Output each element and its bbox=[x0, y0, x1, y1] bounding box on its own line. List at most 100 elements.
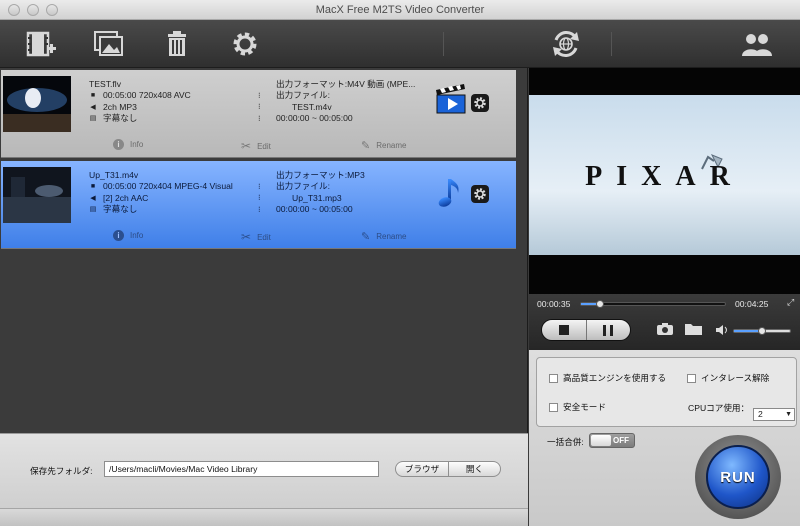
snapshot-button[interactable] bbox=[656, 322, 674, 338]
subtitle-icon: ▤ bbox=[89, 114, 97, 122]
globe-refresh-icon bbox=[553, 31, 579, 57]
current-time: 00:00:35 bbox=[537, 299, 571, 309]
volume-handle[interactable] bbox=[758, 327, 766, 335]
close-window-button[interactable] bbox=[8, 4, 20, 16]
speaker-icon: ◀ bbox=[90, 194, 96, 202]
output-settings-button[interactable] bbox=[471, 94, 489, 112]
account-button[interactable] bbox=[740, 28, 774, 60]
pixar-logo-text: PIXAR bbox=[585, 161, 744, 192]
volume-slider[interactable] bbox=[733, 327, 791, 335]
file-name: Up_T31.m4v bbox=[89, 170, 139, 180]
deinterlace-checkbox[interactable]: インタレース解除 bbox=[687, 372, 769, 384]
output-folder-label: 保存先フォルダ: bbox=[30, 466, 93, 476]
scissors-icon: ✂ bbox=[241, 139, 252, 153]
hq-engine-checkbox[interactable]: 高品質エンジンを使用する bbox=[549, 372, 666, 384]
open-snapshot-folder-button[interactable] bbox=[684, 322, 704, 338]
toggle-thumb bbox=[591, 435, 611, 446]
file-info-column: TEST.flv ■ 00:05:00 720x408 AVC ◀ 2ch MP3 … bbox=[89, 79, 191, 124]
file-audio[interactable]: 2ch MP3 bbox=[103, 102, 137, 113]
info-icon: i bbox=[113, 230, 124, 241]
safe-mode-checkbox[interactable]: 安全モード bbox=[549, 401, 606, 413]
cpu-core-select[interactable]: 2 ▼ bbox=[753, 408, 795, 421]
output-format: 出力フォーマット:M4V 動画 (MPE... bbox=[276, 79, 416, 89]
update-button[interactable] bbox=[549, 28, 583, 60]
film-plus-icon bbox=[26, 31, 56, 57]
rename-icon: ✎ bbox=[361, 231, 371, 243]
zoom-window-button[interactable] bbox=[46, 4, 58, 16]
file-list: TEST.flv ■ 00:05:00 720x408 AVC ◀ 2ch MP3 … bbox=[0, 68, 528, 433]
output-format: 出力フォーマット:MP3 bbox=[276, 170, 365, 180]
file-duration-info: 00:05:00 720x404 MPEG-4 Visual bbox=[103, 181, 233, 192]
gear-icon bbox=[474, 97, 486, 109]
stop-button[interactable] bbox=[542, 320, 586, 340]
browse-button[interactable]: ブラウザ bbox=[395, 461, 449, 477]
toggle-state: OFF bbox=[613, 436, 629, 445]
music-note-icon bbox=[434, 175, 468, 207]
status-bar bbox=[0, 508, 528, 526]
info-icon: i bbox=[113, 139, 124, 150]
edit-button[interactable]: ✂ Edit bbox=[241, 230, 271, 244]
output-file-label: 出力ファイル: bbox=[276, 181, 330, 192]
video-thumbnail bbox=[3, 76, 71, 132]
pause-icon bbox=[603, 324, 614, 336]
app-window: MacX Free M2TS Video Converter TEST.flv … bbox=[0, 0, 800, 526]
seek-bar[interactable] bbox=[580, 300, 726, 308]
output-file-name: Up_T31.mp3 bbox=[292, 192, 342, 203]
output-range: 00:00:00 ~ 00:05:00 bbox=[276, 203, 353, 214]
users-icon bbox=[742, 34, 772, 56]
item-actions: i Info ✂ Edit ✎ Rename bbox=[1, 136, 516, 156]
scissors-icon: ✂ bbox=[241, 230, 252, 244]
add-image-button[interactable] bbox=[92, 28, 126, 60]
output-info-column: 出力フォーマット:MP3 出力ファイル: Up_T31.mp3 00:00:00… bbox=[276, 170, 365, 215]
stop-icon bbox=[558, 325, 569, 335]
pause-button[interactable] bbox=[585, 320, 631, 340]
camera-icon bbox=[657, 323, 673, 335]
info-button[interactable]: i Info bbox=[113, 139, 143, 150]
file-audio[interactable]: [2] 2ch AAC bbox=[103, 193, 148, 204]
output-folder-bar: 保存先フォルダ: /Users/macli/Movies/Mac Video L… bbox=[0, 433, 528, 508]
output-folder-input[interactable]: /Users/macli/Movies/Mac Video Library bbox=[104, 461, 379, 477]
video-clapper-icon bbox=[434, 84, 468, 114]
toolbar-separator bbox=[611, 32, 612, 56]
file-subtitle[interactable]: 字幕なし bbox=[103, 113, 137, 124]
run-button-bezel: RUN bbox=[695, 435, 781, 519]
trash-icon bbox=[168, 31, 186, 56]
file-subtitle[interactable]: 字幕なし bbox=[103, 204, 137, 215]
open-folder-button[interactable]: 開く bbox=[449, 461, 501, 477]
seek-handle[interactable] bbox=[595, 300, 604, 308]
settings-panel: 高品質エンジンを使用する インタレース解除 安全モード CPUコア使用： 2 ▼ … bbox=[529, 350, 800, 526]
edit-button[interactable]: ✂ Edit bbox=[241, 139, 271, 153]
rename-button[interactable]: ✎ Rename bbox=[361, 139, 406, 152]
folder-icon bbox=[685, 324, 702, 335]
info-button[interactable]: i Info bbox=[113, 230, 143, 241]
video-clip-icon: ■ bbox=[90, 183, 96, 191]
file-name: TEST.flv bbox=[89, 79, 121, 89]
total-time: 00:04:25 bbox=[735, 299, 769, 309]
output-settings-button[interactable] bbox=[471, 185, 489, 203]
run-button[interactable]: RUN bbox=[706, 445, 770, 509]
rename-icon: ✎ bbox=[361, 140, 371, 152]
minimize-window-button[interactable] bbox=[27, 4, 39, 16]
output-range: 00:00:00 ~ 00:05:00 bbox=[276, 112, 353, 123]
volume-icon bbox=[715, 324, 729, 338]
subtitle-icon: ▤ bbox=[89, 205, 97, 213]
fullscreen-icon[interactable]: ⤢ bbox=[787, 297, 794, 308]
window-controls bbox=[8, 4, 58, 16]
add-video-button[interactable] bbox=[24, 28, 58, 60]
file-item[interactable]: TEST.flv ■ 00:05:00 720x408 AVC ◀ 2ch MP3 … bbox=[1, 70, 516, 158]
file-item[interactable]: Up_T31.m4v ■ 00:05:00 720x404 MPEG-4 Visu… bbox=[1, 161, 516, 249]
file-duration-info: 00:05:00 720x408 AVC bbox=[103, 90, 191, 101]
merge-toggle[interactable]: OFF bbox=[589, 433, 635, 448]
toolbar-separator bbox=[443, 32, 444, 56]
item-actions: i Info ✂ Edit ✎ Rename bbox=[1, 227, 516, 247]
rename-button[interactable]: ✎ Rename bbox=[361, 230, 406, 243]
output-file-label: 出力ファイル: bbox=[276, 90, 330, 101]
settings-button[interactable] bbox=[228, 28, 262, 60]
dropdown-indicators: ⁝ ⁝ ⁝ bbox=[258, 182, 261, 214]
window-title: MacX Free M2TS Video Converter bbox=[315, 4, 485, 16]
delete-button[interactable] bbox=[160, 28, 194, 60]
output-file-name: TEST.m4v bbox=[292, 101, 332, 112]
cpu-core-label: CPUコア使用： bbox=[688, 403, 750, 413]
video-thumbnail bbox=[3, 167, 71, 223]
dropdown-indicators: ⁝ ⁝ ⁝ bbox=[258, 91, 261, 123]
